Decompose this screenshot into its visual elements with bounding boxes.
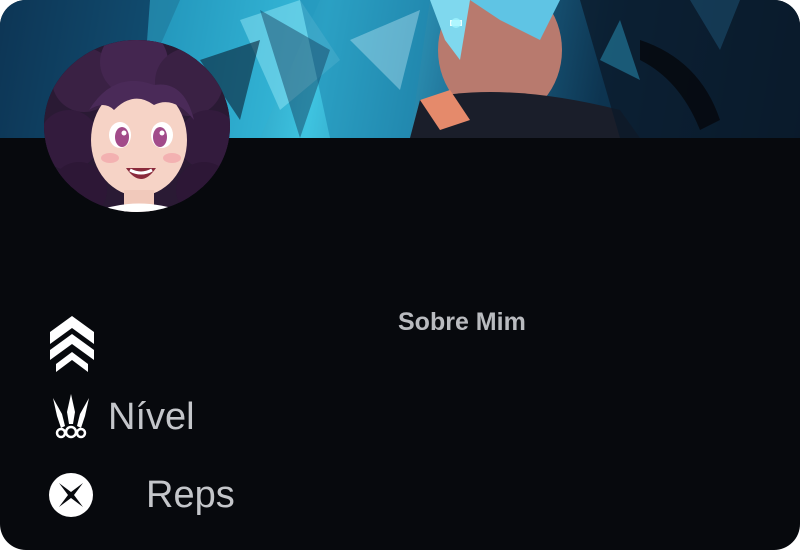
avatar[interactable] [44, 40, 230, 212]
profile-card: Nível Reps Sobre Mim [0, 0, 800, 550]
rank-chevrons-icon [48, 316, 96, 374]
level-stat: Nível [48, 394, 195, 440]
level-label: Nível [108, 395, 195, 438]
kunai-icon [48, 394, 94, 440]
about-me-heading: Sobre Mim [398, 308, 526, 336]
reps-stat: Reps [48, 472, 235, 518]
reps-label: Reps [146, 473, 235, 516]
x-circle-icon [48, 472, 94, 518]
